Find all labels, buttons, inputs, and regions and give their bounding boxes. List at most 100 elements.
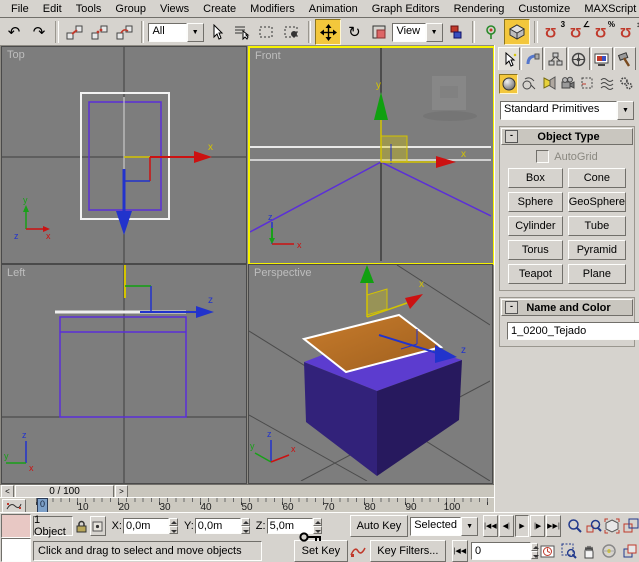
viewport-left[interactable]: Left z xyxy=(1,264,247,484)
use-pivot-point-center-icon[interactable] xyxy=(444,20,468,44)
object-name-field[interactable] xyxy=(507,322,639,340)
selection-lock-icon[interactable] xyxy=(75,517,89,535)
zoom-icon[interactable] xyxy=(567,516,584,536)
menu-graph-editors[interactable]: Graph Editors xyxy=(365,2,447,16)
previous-frame-button[interactable]: ◀| xyxy=(499,515,514,537)
viewport-front[interactable]: Front xyxy=(248,46,495,265)
time-configuration-icon[interactable] xyxy=(540,542,555,560)
menu-customize[interactable]: Customize xyxy=(511,2,577,16)
min-max-toggle-icon[interactable] xyxy=(621,541,639,561)
box-wireframe-left-view[interactable] xyxy=(60,317,186,417)
go-to-start-button[interactable]: |◀◀ xyxy=(483,515,498,537)
menu-rendering[interactable]: Rendering xyxy=(447,2,512,16)
cylinder-button[interactable]: Cylinder xyxy=(508,216,563,236)
viewport-top[interactable]: Top x xyxy=(1,46,247,264)
track-bar-ruler[interactable]: 10 20 30 40 50 60 70 80 90 100 0 xyxy=(36,498,488,513)
current-frame-field[interactable] xyxy=(471,542,531,560)
select-and-rotate-icon[interactable]: ↻ xyxy=(342,20,366,44)
rectangular-selection-region-icon[interactable] xyxy=(255,20,279,44)
select-and-move-icon[interactable] xyxy=(315,19,341,45)
absolute-mode-toggle-icon[interactable] xyxy=(90,516,106,536)
chevron-down-icon[interactable]: ▼ xyxy=(426,23,443,42)
menu-maxscript[interactable]: MAXScript xyxy=(577,2,639,16)
space-warps-icon[interactable] xyxy=(598,74,615,92)
redo-icon[interactable]: ↷ xyxy=(27,20,51,44)
key-mode-toggle[interactable]: |◀◀ xyxy=(452,540,468,562)
menu-create[interactable]: Create xyxy=(196,2,243,16)
auto-key-button[interactable]: Auto Key xyxy=(350,515,409,537)
tab-hierarchy[interactable] xyxy=(544,47,566,70)
menu-tools[interactable]: Tools xyxy=(69,2,109,16)
snaps-toggle-icon[interactable]: Ω3 xyxy=(542,20,566,44)
zoom-all-icon[interactable] xyxy=(585,516,602,536)
tab-utilities[interactable] xyxy=(614,47,636,70)
name-and-color-rollout-header[interactable]: - Name and Color xyxy=(501,299,633,316)
menu-file[interactable]: File xyxy=(4,2,36,16)
zoom-region-icon[interactable] xyxy=(560,541,578,561)
bind-to-space-warp-icon[interactable] xyxy=(113,20,137,44)
sphere-button[interactable]: Sphere xyxy=(508,192,563,212)
y-input[interactable] xyxy=(195,518,241,534)
torus-button[interactable]: Torus xyxy=(508,240,563,260)
autogrid-checkbox[interactable] xyxy=(536,150,549,163)
box-button[interactable]: Box xyxy=(508,168,563,188)
time-slider[interactable]: < 0 / 100 > xyxy=(0,484,494,498)
menu-animation[interactable]: Animation xyxy=(302,2,365,16)
primitive-category-dropdown[interactable]: Standard Primitives ▼ xyxy=(500,101,634,120)
chevron-down-icon[interactable]: ▼ xyxy=(187,23,204,42)
collapse-icon[interactable]: - xyxy=(505,301,518,314)
undo-icon[interactable]: ↶ xyxy=(2,20,26,44)
viewport-perspective[interactable]: Perspective xyxy=(248,264,493,484)
systems-icon[interactable] xyxy=(618,74,635,92)
x-spinner[interactable] xyxy=(169,518,178,534)
geosphere-button[interactable]: GeoSphere xyxy=(568,192,626,212)
percent-snap-toggle-icon[interactable]: Ω% xyxy=(592,20,616,44)
lights-icon[interactable] xyxy=(540,74,557,92)
select-and-link-icon[interactable] xyxy=(63,20,87,44)
zoom-extents-icon[interactable] xyxy=(604,516,621,536)
plane-button[interactable]: Plane xyxy=(568,264,626,284)
select-and-manipulate-icon[interactable] xyxy=(479,20,503,44)
selection-filter-dropdown[interactable]: All ▼ xyxy=(148,23,203,42)
arc-rotate-icon[interactable] xyxy=(600,541,618,561)
move-gizmo[interactable]: z xyxy=(125,265,214,318)
zoom-extents-all-icon[interactable] xyxy=(622,516,639,536)
menu-group[interactable]: Group xyxy=(108,2,153,16)
keyboard-override-toggle-icon[interactable] xyxy=(504,19,530,45)
viewport-perspective-label[interactable]: Perspective xyxy=(254,267,311,279)
menu-modifiers[interactable]: Modifiers xyxy=(243,2,302,16)
tab-modify[interactable] xyxy=(521,47,543,70)
spinner-snap-toggle-icon[interactable]: Ω↕ xyxy=(617,20,639,44)
select-object-icon[interactable] xyxy=(205,20,229,44)
reference-coordinate-system-dropdown[interactable]: View ▼ xyxy=(392,23,442,42)
cameras-icon[interactable] xyxy=(559,74,576,92)
open-mini-curve-editor-icon[interactable] xyxy=(2,499,26,513)
shapes-icon[interactable] xyxy=(520,74,537,92)
y-spinner[interactable] xyxy=(241,518,250,534)
go-to-end-button[interactable]: ▶▶| xyxy=(546,515,561,537)
set-key-mode-icon[interactable] xyxy=(299,518,323,556)
roof-wireframe-front-view[interactable] xyxy=(250,162,491,232)
tube-button[interactable]: Tube xyxy=(568,216,626,236)
next-frame-button[interactable]: |▶ xyxy=(530,515,545,537)
menu-edit[interactable]: Edit xyxy=(36,2,69,16)
select-by-name-icon[interactable] xyxy=(230,20,254,44)
frame-spinner[interactable] xyxy=(531,543,539,559)
tab-display[interactable] xyxy=(591,47,613,70)
pyramid-button[interactable]: Pyramid xyxy=(568,240,626,260)
play-button[interactable]: ▶ xyxy=(515,515,530,537)
tab-motion[interactable] xyxy=(568,47,590,70)
key-filter-dropdown[interactable]: Selected ▼ xyxy=(410,517,478,536)
geometry-icon[interactable] xyxy=(499,74,518,94)
helpers-icon[interactable] xyxy=(579,74,596,92)
viewport-top-label[interactable]: Top xyxy=(7,49,25,61)
chevron-down-icon[interactable]: ▼ xyxy=(461,517,478,536)
teapot-button[interactable]: Teapot xyxy=(508,264,563,284)
menu-views[interactable]: Views xyxy=(153,2,196,16)
window-crossing-icon[interactable] xyxy=(280,20,304,44)
move-gizmo[interactable]: x xyxy=(116,142,213,235)
object-type-rollout-header[interactable]: - Object Type xyxy=(501,128,633,145)
select-and-scale-icon[interactable] xyxy=(367,20,391,44)
collapse-icon[interactable]: - xyxy=(505,130,518,143)
cone-button[interactable]: Cone xyxy=(568,168,626,188)
